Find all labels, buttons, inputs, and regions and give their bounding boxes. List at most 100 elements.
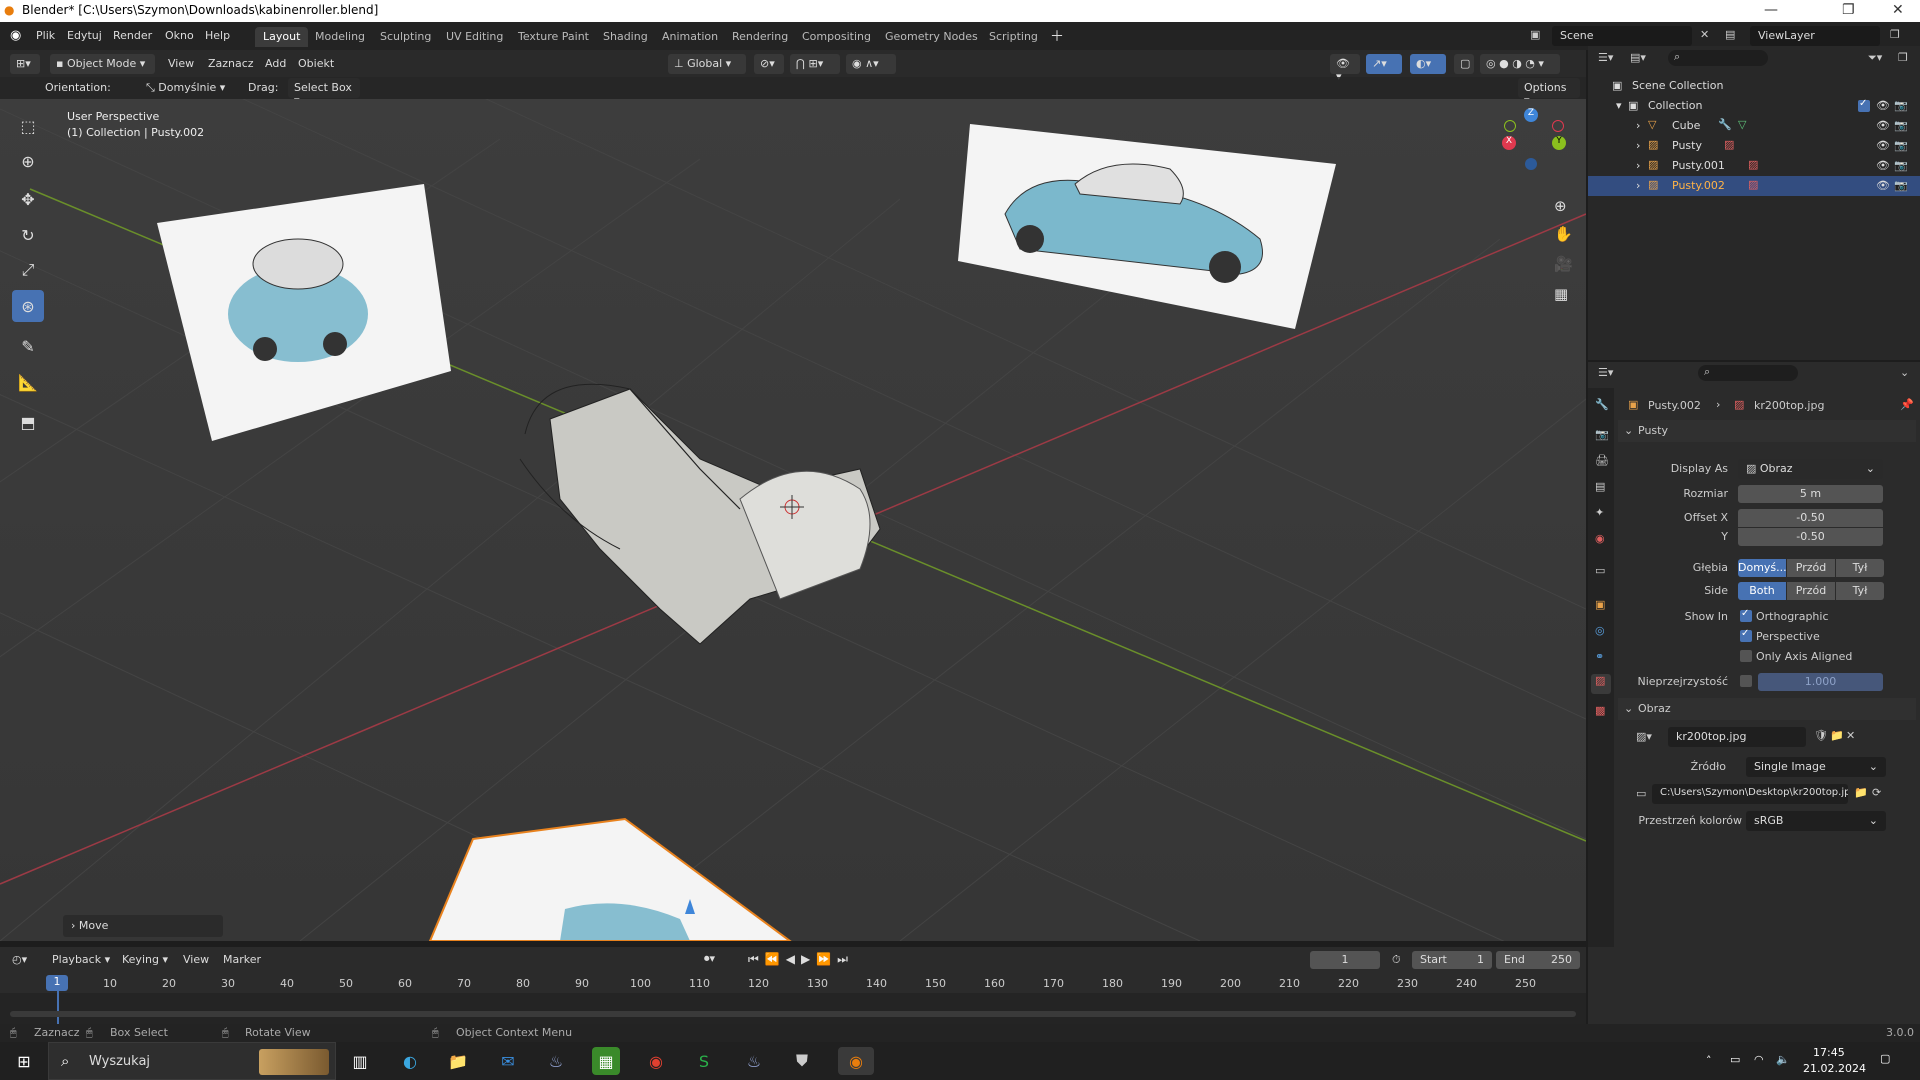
- panel-image-header[interactable]: ⌄ Obraz: [1618, 698, 1916, 720]
- options-chevron-icon[interactable]: ⌄: [1900, 366, 1909, 379]
- outliner-search[interactable]: ⌕: [1668, 50, 1768, 66]
- transform-tool-icon[interactable]: ⊛: [12, 290, 44, 322]
- image-name-field[interactable]: kr200top.jpg: [1668, 727, 1806, 747]
- menu-view[interactable]: View: [168, 57, 194, 70]
- menu-select[interactable]: Zaznacz: [208, 57, 254, 70]
- wifi-icon[interactable]: ◠: [1754, 1053, 1764, 1066]
- steam-2-icon[interactable]: ♨: [740, 1047, 768, 1075]
- unlink-icon[interactable]: ✕: [1846, 729, 1855, 742]
- new-collection-icon[interactable]: ❐: [1898, 51, 1908, 64]
- colorspace-dropdown[interactable]: sRGB ⌄: [1746, 811, 1886, 831]
- collection-exclude-checkbox[interactable]: [1858, 98, 1870, 112]
- tree-scene-collection[interactable]: ▣ Scene Collection: [1588, 76, 1920, 96]
- render-tab-icon[interactable]: 📷: [1595, 428, 1609, 441]
- menu-render[interactable]: Render: [113, 29, 152, 42]
- proportional-edit-icon[interactable]: ◉ ∧▾: [846, 54, 896, 74]
- display-as-dropdown[interactable]: ▨ Obraz ⌄: [1738, 459, 1883, 479]
- menu-keying[interactable]: Keying ▾: [122, 953, 168, 966]
- offset-y-field[interactable]: -0.50: [1738, 528, 1883, 546]
- tab-texture-paint[interactable]: Texture Paint: [510, 27, 597, 47]
- depth-front-button[interactable]: Przód: [1787, 559, 1835, 577]
- expand-icon[interactable]: ›: [1636, 179, 1640, 192]
- gizmo-neg-y[interactable]: [1504, 120, 1516, 132]
- menu-marker[interactable]: Marker: [223, 953, 261, 966]
- grid-view-icon[interactable]: ▦: [1554, 285, 1568, 303]
- gizmo-neg-z[interactable]: [1525, 158, 1537, 170]
- outliner-editor-icon[interactable]: ☰▾: [1598, 51, 1613, 64]
- minimize-button[interactable]: —: [1764, 2, 1778, 18]
- camera-render-icon[interactable]: 📷: [1894, 99, 1908, 112]
- eye-icon[interactable]: 👁: [1876, 99, 1890, 112]
- tab-shading[interactable]: Shading: [595, 27, 656, 47]
- pan-hand-icon[interactable]: ✋: [1554, 225, 1573, 243]
- pin-icon[interactable]: 📌: [1900, 398, 1914, 411]
- image-browse-icon[interactable]: ▨▾: [1636, 730, 1652, 743]
- end-frame-field[interactable]: End 250: [1496, 951, 1580, 969]
- eye-icon[interactable]: 👁: [1876, 139, 1890, 152]
- chrome-icon[interactable]: ◉: [642, 1047, 670, 1075]
- xray-icon[interactable]: ▢: [1454, 54, 1474, 74]
- visibility-icon[interactable]: 👁▾: [1330, 54, 1360, 83]
- menu-file[interactable]: Plik: [36, 29, 55, 42]
- timeline-area[interactable]: 1 10 20 30 40 50 60 70 80 90 100 110 120…: [0, 973, 1586, 1024]
- tab-compositing[interactable]: Compositing: [794, 27, 879, 47]
- tree-item-pusty-002[interactable]: › ▨ Pusty.002 ▨ 👁 📷: [1588, 176, 1920, 196]
- filter-icon[interactable]: ⏷▾: [1868, 51, 1882, 65]
- editor-type-icon[interactable]: ⊞▾: [10, 54, 40, 74]
- move-tool-icon[interactable]: ✥: [12, 183, 44, 215]
- playback-controls[interactable]: ⏮⏪◀▶⏩⏭: [748, 952, 854, 967]
- properties-search[interactable]: ⌕: [1698, 365, 1798, 381]
- gizmo-x-axis[interactable]: X: [1502, 136, 1516, 150]
- menu-timeline-view[interactable]: View: [183, 953, 209, 966]
- taskbar-search[interactable]: ⌕ Wyszukaj: [48, 1042, 336, 1080]
- camera-view-icon[interactable]: 🎥: [1554, 255, 1573, 273]
- shading-modes[interactable]: ◎ ● ◑ ◔ ▾: [1480, 54, 1560, 74]
- tab-sculpting[interactable]: Sculpting: [372, 27, 439, 47]
- expand-icon[interactable]: ›: [1636, 159, 1640, 172]
- orthographic-checkbox[interactable]: [1740, 608, 1752, 622]
- add-cube-tool-icon[interactable]: ⬒: [12, 406, 44, 438]
- output-tab-icon[interactable]: 🖨: [1595, 454, 1609, 467]
- edge-icon[interactable]: ◐: [396, 1047, 424, 1075]
- scale-tool-icon[interactable]: ⤢: [12, 254, 44, 286]
- tab-animation[interactable]: Animation: [654, 27, 726, 47]
- orientation-dropdown[interactable]: ⤡ Domyślnie ▾: [140, 78, 235, 98]
- expand-icon[interactable]: ›: [1636, 119, 1640, 132]
- menu-edit[interactable]: Edytuj: [67, 29, 102, 42]
- zoom-icon[interactable]: ⊕: [1554, 197, 1567, 215]
- playhead[interactable]: 1: [46, 975, 68, 991]
- drag-dropdown[interactable]: Select Box ▾: [288, 78, 360, 107]
- measure-tool-icon[interactable]: 📐: [12, 366, 44, 398]
- menu-help[interactable]: Help: [205, 29, 230, 42]
- folder-browse-icon[interactable]: 📁: [1854, 786, 1868, 799]
- size-field[interactable]: 5 m: [1738, 485, 1883, 503]
- breadcrumb-object[interactable]: Pusty.002: [1648, 399, 1701, 412]
- tool-tab-icon[interactable]: 🔧: [1595, 398, 1609, 411]
- fake-user-shield-icon[interactable]: 🛡: [1814, 729, 1828, 742]
- mail-icon[interactable]: ✉: [494, 1047, 522, 1075]
- options-dropdown[interactable]: Options ▾: [1518, 78, 1580, 107]
- panel-empty-header[interactable]: ⌄ Pusty: [1618, 420, 1916, 442]
- start-frame-field[interactable]: Start 1: [1412, 951, 1492, 969]
- add-workspace-icon[interactable]: ＋: [1050, 26, 1064, 46]
- record-icon[interactable]: ⏺▾: [704, 952, 715, 966]
- steam-icon[interactable]: ♨: [542, 1047, 570, 1075]
- scene-selector[interactable]: Scene: [1552, 26, 1692, 46]
- properties-editor-icon[interactable]: ☰▾: [1598, 366, 1613, 379]
- transform-orientation-dropdown[interactable]: ⊥ Global ▾: [668, 54, 746, 74]
- camera-render-icon[interactable]: 📷: [1894, 159, 1908, 172]
- select-box-tool-icon[interactable]: ⬚: [12, 110, 44, 142]
- world-tab-icon[interactable]: ◉: [1595, 532, 1605, 545]
- source-dropdown[interactable]: Single Image ⌄: [1746, 757, 1886, 777]
- file-explorer-icon[interactable]: 📁: [444, 1047, 472, 1075]
- blender-taskbar-icon[interactable]: ◉: [838, 1047, 874, 1075]
- eye-icon[interactable]: 👁: [1876, 159, 1890, 172]
- annotate-tool-icon[interactable]: ✎: [12, 330, 44, 362]
- tab-uv-editing[interactable]: UV Editing: [438, 27, 511, 47]
- offset-x-field[interactable]: -0.50: [1738, 509, 1883, 527]
- menu-add[interactable]: Add: [265, 57, 286, 70]
- tree-item-pusty[interactable]: › ▨ Pusty ▨ 👁 📷: [1588, 136, 1920, 156]
- gizmo-z-axis[interactable]: Z: [1524, 108, 1538, 122]
- gizmo-toggle-icon[interactable]: ↗▾: [1366, 54, 1402, 74]
- tab-scripting[interactable]: Scripting: [981, 27, 1046, 47]
